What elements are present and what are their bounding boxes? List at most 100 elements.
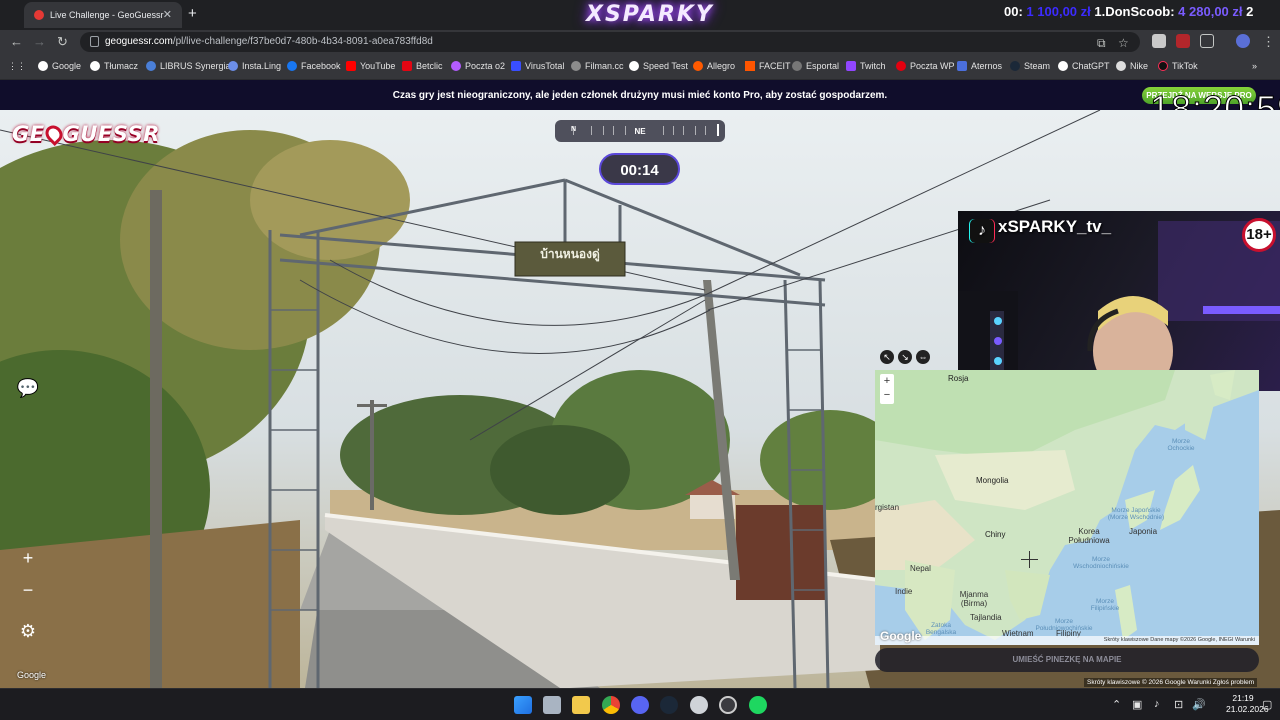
windows-start-icon[interactable] <box>514 696 532 714</box>
bookmark-google[interactable]: Google <box>38 61 81 71</box>
notifications-icon[interactable]: ▢ <box>1262 698 1272 711</box>
map-label-okhotsk-sea: Morze Ochockie <box>1167 438 1195 452</box>
geoguessr-logo[interactable]: GE GUESSR <box>12 121 160 147</box>
bookmark-faceit[interactable]: FACEIT <box>745 61 791 71</box>
map-label-bay-of-bengal: Zatoka Bengalska <box>925 622 957 636</box>
bookmark-betclic[interactable]: Betclic <box>402 61 443 71</box>
volume-icon[interactable]: 🔊 <box>1192 698 1206 711</box>
map-label-russia: Rosja <box>948 374 969 383</box>
ticker-amount-2: 4 280,00 zł <box>1178 4 1243 19</box>
profile-avatar-icon[interactable] <box>1236 34 1250 48</box>
compass-tick <box>683 126 684 135</box>
map-label-mongolia: Mongolia <box>976 476 1009 485</box>
bookmark-chatgpt[interactable]: ChatGPT <box>1058 61 1110 71</box>
bookmark-aternos[interactable]: Aternos <box>957 61 1002 71</box>
browser-tab-strip: Live Challenge - GeoGuessr ✕ + XSPARKY 0… <box>0 0 1280 30</box>
bookmark-tiktok[interactable]: TikTok <box>1158 61 1198 71</box>
ticker-rank: 1.DonScoob: <box>1094 4 1175 19</box>
bookmark-tlumacz[interactable]: Tłumacz <box>90 61 138 71</box>
zoom-in-button[interactable]: + <box>14 544 42 572</box>
bookmark-star-icon[interactable]: ☆ <box>1118 36 1129 50</box>
map-label-india: Indie <box>895 587 913 596</box>
task-view-icon[interactable] <box>543 696 561 714</box>
map-label-myanmar: Mjanma (Birma) <box>959 590 989 608</box>
bookmark-filman[interactable]: Filman.cc <box>571 61 624 71</box>
map-label-sea-of-japan: Morze Japońskie (Morze Wschodnie) <box>1107 507 1165 521</box>
map-label-china: Chiny <box>985 530 1006 539</box>
bookmark-poczta-o2[interactable]: Poczta o2 <box>451 61 505 71</box>
bookmark-poczta-wp[interactable]: Poczta WP <box>896 61 955 71</box>
bookmark-steam[interactable]: Steam <box>1010 61 1050 71</box>
install-app-icon[interactable]: ⧉ <box>1097 36 1106 51</box>
browser-tab[interactable]: Live Challenge - GeoGuessr ✕ <box>24 2 182 28</box>
zoom-out-button[interactable]: − <box>14 576 42 604</box>
webcam-overlay: ♪ xSPARKY_tv_ <box>958 211 1280 391</box>
obs-icon[interactable] <box>719 696 737 714</box>
compass-north: N <box>571 126 577 133</box>
bookmark-speedtest[interactable]: Speed Test <box>629 61 688 71</box>
settings-app-icon[interactable] <box>690 696 708 714</box>
compass-bar: N NE <box>555 120 725 142</box>
file-explorer-icon[interactable] <box>572 696 590 714</box>
map-label-japan: Japonia <box>1129 527 1158 536</box>
bookmark-youtube[interactable]: YouTube <box>346 61 395 71</box>
spotify-icon[interactable] <box>749 696 767 714</box>
chat-bubble-icon[interactable]: 💬 <box>14 374 42 402</box>
map-zoom-in-button[interactable]: + <box>880 374 894 388</box>
bookmark-facebook[interactable]: Facebook <box>287 61 341 71</box>
screen: Live Challenge - GeoGuessr ✕ + XSPARKY 0… <box>0 0 1280 720</box>
microphone-icon[interactable]: ♪ <box>1154 698 1160 710</box>
map-zoom-controls[interactable]: + − <box>880 374 894 404</box>
compass-tick <box>695 126 696 135</box>
steam-icon[interactable] <box>660 696 678 714</box>
map-crosshair-cursor <box>1021 551 1038 568</box>
map-tiles <box>875 370 1259 640</box>
back-arrow-icon[interactable]: ← <box>10 34 23 49</box>
apps-grid-icon[interactable]: ⋮⋮ <box>8 61 26 72</box>
menu-kebab-icon[interactable]: ⋮ <box>1262 34 1275 50</box>
donation-ticker: 00: 1 100,00 zł 1.DonScoob: 4 280,00 zł … <box>1004 4 1253 19</box>
bookmark-virustotal[interactable]: VirusTotal <box>511 61 564 71</box>
bookmark-esportal[interactable]: Esportal <box>792 61 839 71</box>
bookmark-allegro[interactable]: Allegro <box>693 61 735 71</box>
map-zoom-out-button[interactable]: − <box>880 388 894 402</box>
bookmark-librus[interactable]: LIBRUS Synergia <box>146 61 231 71</box>
site-info-icon[interactable] <box>90 36 99 47</box>
close-tab-icon[interactable]: ✕ <box>163 8 172 21</box>
more-bookmarks-chevron-icon[interactable]: » <box>1252 61 1257 71</box>
network-icon[interactable]: ⊡ <box>1174 698 1183 711</box>
bookmark-nike[interactable]: Nike <box>1116 61 1148 71</box>
tiktok-icon: ♪ <box>970 219 994 243</box>
new-tab-button[interactable]: + <box>188 5 197 22</box>
settings-gear-icon[interactable]: ⚙ <box>14 617 42 645</box>
taskbar-clock[interactable]: 21:19 21.02.2026 <box>1226 693 1269 715</box>
url-text: geoguessr.com/pl/live-challenge/f37be0d7… <box>105 36 433 47</box>
stream-brand-logo: XSPARKY <box>586 2 714 27</box>
map-expand-icon[interactable]: ↖ <box>880 350 894 364</box>
reload-icon[interactable]: ↻ <box>57 34 68 50</box>
bookmark-instaling[interactable]: Insta.Ling <box>228 61 281 71</box>
round-timer: 00:14 <box>599 153 680 185</box>
forward-arrow-icon[interactable]: → <box>33 34 46 49</box>
tray-app-icon[interactable]: ▣ <box>1132 698 1142 711</box>
compass-tick <box>625 126 626 135</box>
map-shrink-icon[interactable]: ↘ <box>898 350 912 364</box>
bookmarks-bar: ⋮⋮ Google Tłumacz LIBRUS Synergia Insta.… <box>0 54 1280 80</box>
address-bar[interactable]: geoguessr.com/pl/live-challenge/f37be0d7… <box>80 32 1140 52</box>
extension-adblock-icon[interactable] <box>1176 34 1190 48</box>
extension-shield-icon[interactable] <box>1152 34 1166 48</box>
map-attribution: Skróty klawiszowe Dane mapy ©2026 Google… <box>875 636 1259 645</box>
compass-tick <box>613 126 614 135</box>
compass-tick <box>663 126 664 135</box>
tray-chevron-icon[interactable]: ⌃ <box>1112 698 1121 711</box>
discord-icon[interactable] <box>631 696 649 714</box>
chrome-icon[interactable] <box>602 696 620 714</box>
guess-map[interactable]: + − Rosja Mongolia Chiny Korea Południowa… <box>875 370 1259 645</box>
map-label-nepal: Nepal <box>910 564 931 573</box>
extensions-puzzle-icon[interactable] <box>1200 34 1214 48</box>
bookmark-twitch[interactable]: Twitch <box>846 61 886 71</box>
map-pin-toggle-icon[interactable]: ⇔ <box>916 350 930 364</box>
tiktok-handle: ♪ xSPARKY_tv_ <box>970 217 1111 243</box>
place-pin-button[interactable]: UMIEŚĆ PINEZKĘ NA MAPIE <box>875 648 1259 672</box>
map-label-south-china-sea: Morze Południowochińskie <box>1035 618 1093 632</box>
